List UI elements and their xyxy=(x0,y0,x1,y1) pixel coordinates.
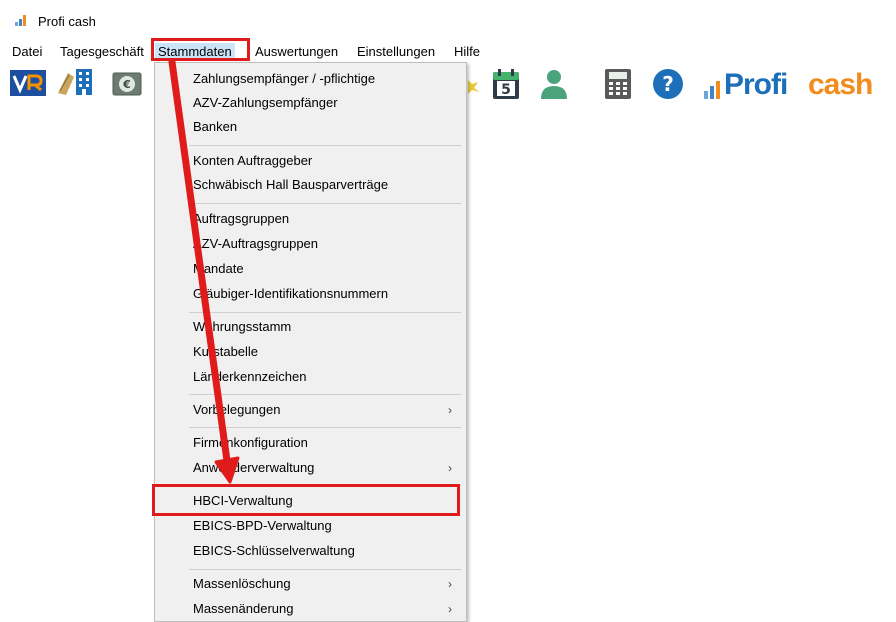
menu-item-massenaenderung[interactable]: Massenänderung › xyxy=(155,597,466,621)
annotation-box-stammdaten xyxy=(151,38,250,61)
menu-item-azv-auftragsgruppen[interactable]: AZV-Auftragsgruppen xyxy=(155,232,466,256)
menu-item-zahlungsempfaenger[interactable]: Zahlungsempfänger / -pflichtige xyxy=(155,67,466,91)
building-icon[interactable] xyxy=(56,67,100,97)
menu-hilfe[interactable]: Hilfe xyxy=(451,43,483,60)
person-icon[interactable] xyxy=(538,68,570,100)
logo-text-cash: cash xyxy=(808,68,873,101)
menu-item-konten-auftraggeber[interactable]: Konten Auftraggeber xyxy=(155,149,466,173)
vr-bank-icon[interactable] xyxy=(10,70,46,96)
title-bar: Profi cash xyxy=(0,0,896,40)
menu-separator xyxy=(189,427,461,428)
profi-cash-logo: Profi cash xyxy=(704,68,890,102)
menu-item-ebics-bpd-verwaltung[interactable]: EBICS-BPD-Verwaltung xyxy=(155,514,466,538)
menu-separator xyxy=(189,203,461,204)
profi-cash-app-icon xyxy=(15,15,26,26)
menu-bar: Datei Tagesgeschäft Stammdaten Auswertun… xyxy=(0,40,896,62)
calculator-icon[interactable] xyxy=(604,68,632,100)
menu-separator xyxy=(189,394,461,395)
menu-separator xyxy=(189,312,461,313)
menu-item-laenderkennzeichen[interactable]: Länderkennzeichen xyxy=(155,365,466,389)
menu-item-azv-zahlungsempfaenger[interactable]: AZV-Zahlungsempfänger xyxy=(155,91,466,115)
svg-text:?: ? xyxy=(662,72,674,96)
menu-auswertungen[interactable]: Auswertungen xyxy=(252,43,341,60)
menu-separator xyxy=(189,145,461,146)
menu-item-banken[interactable]: Banken xyxy=(155,115,466,139)
svg-text:5: 5 xyxy=(501,82,511,98)
menu-item-ebics-schluesselverwaltung[interactable]: EBICS-Schlüsselverwaltung xyxy=(155,539,466,563)
window-title: Profi cash xyxy=(38,14,96,29)
logo-bars-icon xyxy=(704,81,720,99)
chevron-right-icon: › xyxy=(448,602,452,616)
help-icon[interactable]: ? xyxy=(652,68,684,100)
menu-item-bausparvertraege[interactable]: Schwäbisch Hall Bausparverträge xyxy=(155,173,466,197)
menu-item-auftragsgruppen[interactable]: Auftragsgruppen xyxy=(155,207,466,231)
menu-item-kurstabelle[interactable]: Kurstabelle xyxy=(155,340,466,364)
euro-icon[interactable]: € xyxy=(112,72,142,96)
star-icon[interactable] xyxy=(468,76,482,94)
calendar-icon[interactable]: 5 xyxy=(491,68,521,100)
stammdaten-dropdown-menu: Zahlungsempfänger / -pflichtige AZV-Zahl… xyxy=(154,62,467,622)
svg-text:€: € xyxy=(122,78,131,91)
menu-datei[interactable]: Datei xyxy=(9,43,45,60)
chevron-right-icon: › xyxy=(448,461,452,475)
menu-item-mandate[interactable]: Mandate xyxy=(155,257,466,281)
menu-tagesgeschaeft[interactable]: Tagesgeschäft xyxy=(57,43,147,60)
menu-einstellungen[interactable]: Einstellungen xyxy=(354,43,438,60)
annotation-box-hbci-verwaltung xyxy=(152,484,460,516)
logo-text-profi: Profi xyxy=(724,68,788,101)
menu-item-massenloeschung[interactable]: Massenlöschung › xyxy=(155,572,466,596)
menu-item-glaeubiger-id[interactable]: Gläubiger-Identifikationsnummern xyxy=(155,282,466,306)
menu-item-waehrungsstamm[interactable]: Währungsstamm xyxy=(155,315,466,339)
menu-item-firmenkonfiguration[interactable]: Firmenkonfiguration xyxy=(155,431,466,455)
menu-item-anwenderverwaltung[interactable]: Anwenderverwaltung › xyxy=(155,456,466,480)
menu-item-vorbelegungen[interactable]: Vorbelegungen › xyxy=(155,398,466,422)
chevron-right-icon: › xyxy=(448,577,452,591)
chevron-right-icon: › xyxy=(448,403,452,417)
menu-separator xyxy=(189,569,461,570)
